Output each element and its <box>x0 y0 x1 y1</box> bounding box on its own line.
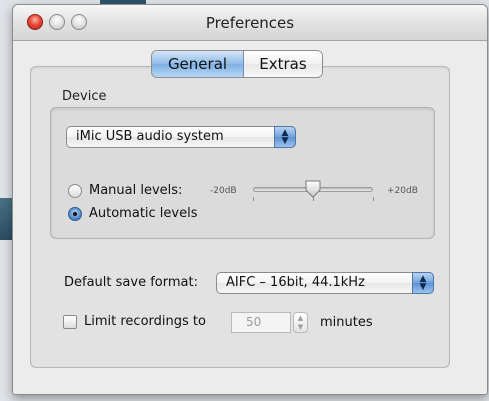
manual-levels-radio[interactable] <box>68 183 82 198</box>
window-title: Preferences <box>205 14 295 32</box>
slider-tick <box>373 197 374 201</box>
save-format-popup[interactable]: AIFC – 16bit, 44.1kHz ▲ ▼ <box>216 272 434 294</box>
tab-bar: General Extras <box>151 50 323 78</box>
slider-thumb-icon[interactable] <box>304 180 322 198</box>
slider-max-label: +20dB <box>387 186 418 196</box>
popup-arrows-icon: ▲ ▼ <box>274 126 296 148</box>
limit-recordings-option[interactable]: Limit recordings to <box>63 314 206 329</box>
tab-extras[interactable]: Extras <box>244 51 322 77</box>
automatic-levels-radio[interactable] <box>68 206 82 221</box>
slider-tick <box>253 197 254 201</box>
device-group-label: Device <box>62 89 107 104</box>
device-popup-value: iMic USB audio system <box>76 129 224 144</box>
title-bar[interactable]: Preferences <box>13 5 487 41</box>
limit-recordings-checkbox[interactable] <box>63 314 77 329</box>
minutes-unit-label: minutes <box>320 315 373 330</box>
device-popup[interactable]: iMic USB audio system ▲ ▼ <box>66 126 296 148</box>
limit-recordings-label: Limit recordings to <box>84 314 206 329</box>
minutes-field[interactable]: 50 <box>231 312 291 333</box>
automatic-levels-label: Automatic levels <box>89 206 198 221</box>
minutes-stepper[interactable]: ▲ ▼ <box>293 312 308 333</box>
popup-arrows-icon: ▲ ▼ <box>412 272 434 294</box>
manual-levels-label: Manual levels: <box>89 183 183 198</box>
slider-min-label: -20dB <box>210 186 237 196</box>
save-format-value: AIFC – 16bit, 44.1kHz <box>226 275 365 290</box>
tab-general[interactable]: General <box>152 51 244 77</box>
automatic-levels-option[interactable]: Automatic levels <box>68 206 198 221</box>
save-format-label: Default save format: <box>64 275 198 290</box>
manual-levels-option[interactable]: Manual levels: <box>68 183 182 198</box>
